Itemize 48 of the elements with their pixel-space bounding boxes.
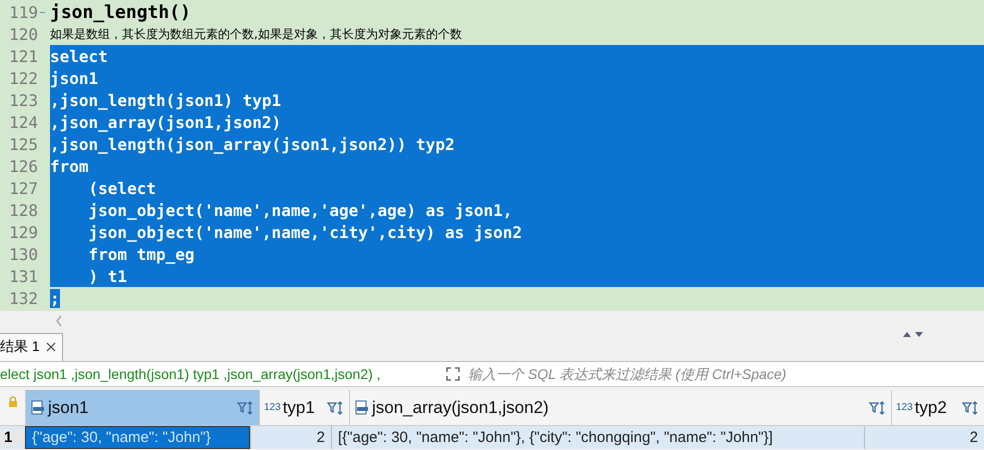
code-text: select [50,46,108,66]
code-text: ,json_length(json_array(json1,json2)) typ2 [50,134,455,154]
line-number: 122 [8,68,38,88]
code-text: ) t1 [88,266,128,286]
code-text: ,json_length(json1) typ1 [50,90,282,110]
line-number: 126 [8,156,38,176]
line-number: 128 [8,200,38,220]
line-number: 121 [8,46,38,66]
table-cell: {"age": 30, "name": "John"} [25,426,250,449]
code-text: from [50,156,89,176]
code-text: json_object('name',name,'city',city) as json2 [88,222,522,242]
comment-text: 如果是数组，其长度为数组元素的个数,如果是对象，其长度为对象元素的个数 [50,26,462,42]
close-icon[interactable] [46,342,56,352]
code-text: ,json_array(json1,json2) [50,112,282,132]
table-cell: 2 [250,426,331,449]
number-type-label: 123 [264,402,281,413]
line-number: 129 [8,222,38,242]
line-number: 132 [8,288,38,308]
filter-sort-icon[interactable] [869,400,887,414]
filter-query-text: elect json1 ,json_length(json1) typ1 ,json_array(json1,json2) , [0,366,382,382]
document-type-icon [354,400,370,416]
line-number: 120 [8,24,38,44]
line-number: 125 [8,134,38,154]
line-number: 131 [8,266,38,286]
code-text: ; [50,288,60,308]
filter-sort-icon[interactable] [962,400,980,414]
line-number: 127 [8,178,38,198]
column-header[interactable]: json_array(json1,json2) [349,390,891,425]
code-text: json_length() [50,2,191,22]
table-cell: 2 [864,426,984,449]
line-number: 130 [8,244,38,264]
table-cell: [{"age": 30, "name": "John"}, {"city": "chongqing", "name": "John"}] [331,426,864,449]
document-type-icon [30,400,46,416]
code-text: from tmp_eg [88,244,194,264]
code-text: json1 [50,68,98,88]
code-text: json_object('name',name,'age',age) as json1, [88,200,512,220]
expand-icon[interactable] [446,367,460,381]
filter-sort-icon[interactable] [237,400,255,414]
line-number: 124 [8,112,38,132]
number-type-label: 123 [896,402,913,413]
row-number: 1 [0,429,25,446]
code-text: (select [88,178,156,198]
result-tab[interactable]: 结果 1 [0,333,63,361]
line-number: 123 [8,90,38,110]
filter-sort-icon[interactable] [327,400,345,414]
line-number: 119 [8,2,38,22]
lock-icon [8,396,18,408]
column-header[interactable]: json1 [25,390,259,425]
